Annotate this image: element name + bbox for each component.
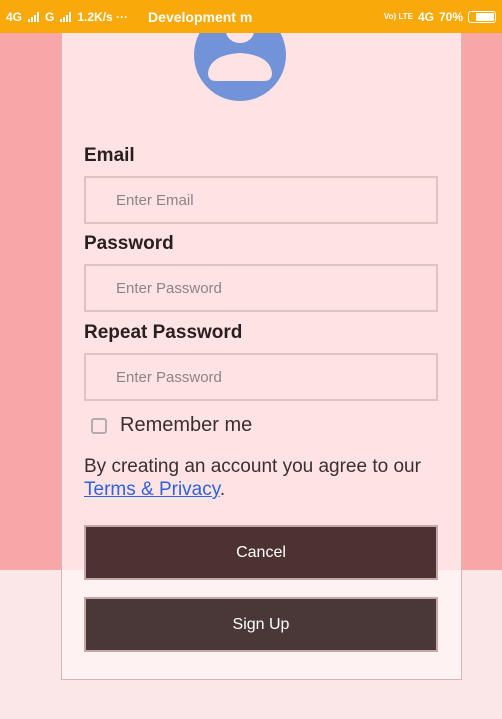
email-label: Email — [84, 145, 135, 166]
network-label: 4G — [6, 9, 23, 24]
repeat-password-label: Repeat Password — [84, 322, 243, 343]
volte-label: Vo) LTE — [383, 12, 413, 21]
network-label-2: G — [45, 9, 55, 24]
battery-icon — [468, 10, 496, 23]
status-app-title: Development m — [148, 8, 253, 25]
network-label-3: 4G — [417, 9, 434, 24]
terms-privacy-link[interactable]: Terms & Privacy — [84, 479, 220, 500]
network-speed: 1.2K/s ··· — [77, 9, 129, 24]
signal-icon — [28, 11, 40, 22]
remember-me-checkbox[interactable] — [91, 417, 107, 434]
password-placeholder: Enter Password — [116, 279, 222, 297]
repeat-password-placeholder: Enter Password — [116, 368, 222, 386]
repeat-password-field[interactable]: Enter Password — [84, 353, 438, 401]
battery-percent: 70% — [438, 9, 463, 24]
terms-suffix: . — [219, 479, 226, 500]
sign-up-button[interactable]: Sign Up — [84, 597, 438, 652]
password-label: Password — [84, 233, 174, 254]
password-field[interactable]: Enter Password — [84, 264, 438, 312]
email-placeholder: Enter Email — [116, 191, 194, 209]
signal-icon-2 — [60, 11, 72, 22]
terms-prefix: By creating an account you agree to our — [84, 456, 421, 477]
user-avatar-icon — [194, 33, 286, 101]
email-field[interactable]: Enter Email — [84, 176, 438, 224]
remember-me-label: Remember me — [120, 414, 253, 436]
remember-me-row[interactable]: Remember me — [91, 414, 252, 437]
terms-text: By creating an account you agree to our … — [84, 455, 444, 501]
status-bar: 4G G 1.2K/s ··· Development m Vo) LTE 4G… — [0, 0, 502, 33]
cancel-button[interactable]: Cancel — [84, 525, 438, 580]
